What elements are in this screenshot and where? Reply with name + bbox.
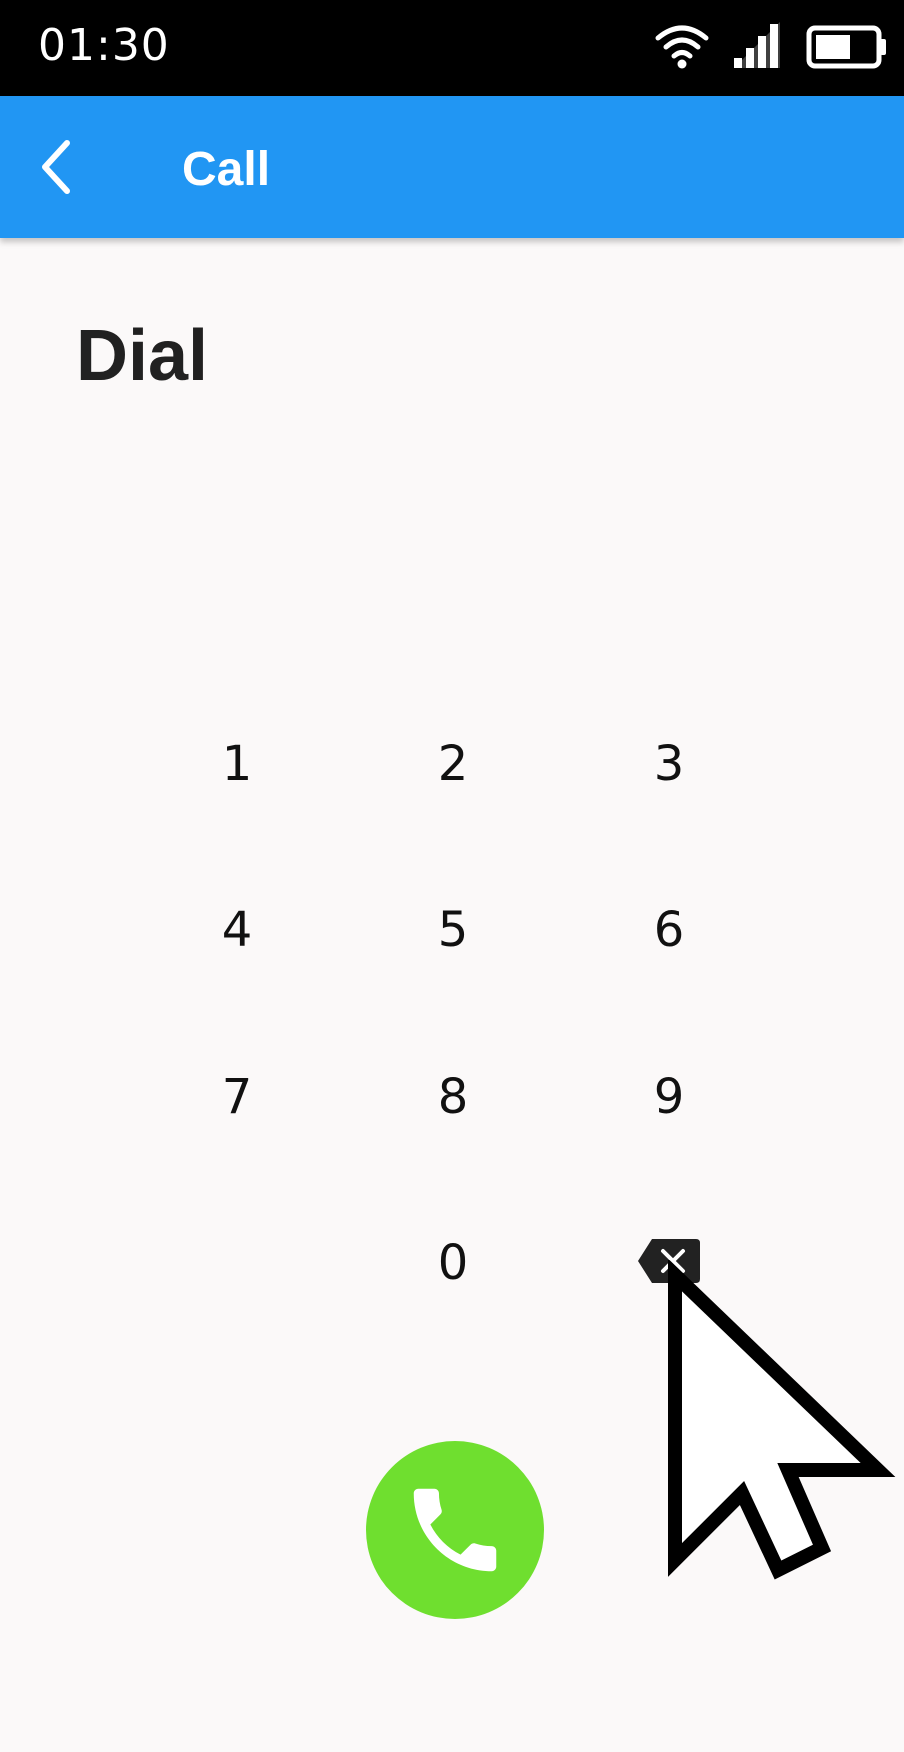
key-4[interactable]: 4 [157,870,317,990]
key-3[interactable]: 3 [589,704,749,824]
phone-icon [413,1488,497,1572]
page-title: Call [182,143,271,196]
app-bar: Call [0,96,904,238]
key-9[interactable]: 9 [589,1037,749,1157]
status-time: 01:30 [38,20,170,71]
key-8[interactable]: 8 [373,1037,533,1157]
key-7[interactable]: 7 [157,1037,317,1157]
cellular-signal-icon [734,22,780,68]
dial-heading: Dial [76,316,209,396]
battery-icon [806,25,886,69]
wifi-icon [655,25,709,69]
back-button[interactable] [22,132,92,202]
key-5[interactable]: 5 [373,870,533,990]
key-6[interactable]: 6 [589,870,749,990]
status-bar: 01:30 [0,0,904,96]
call-button[interactable] [366,1441,544,1619]
key-2[interactable]: 2 [373,704,533,824]
key-0[interactable]: 0 [373,1203,533,1323]
chevron-left-icon [42,140,70,194]
key-1[interactable]: 1 [157,704,317,824]
mouse-cursor-icon [668,1260,896,1580]
